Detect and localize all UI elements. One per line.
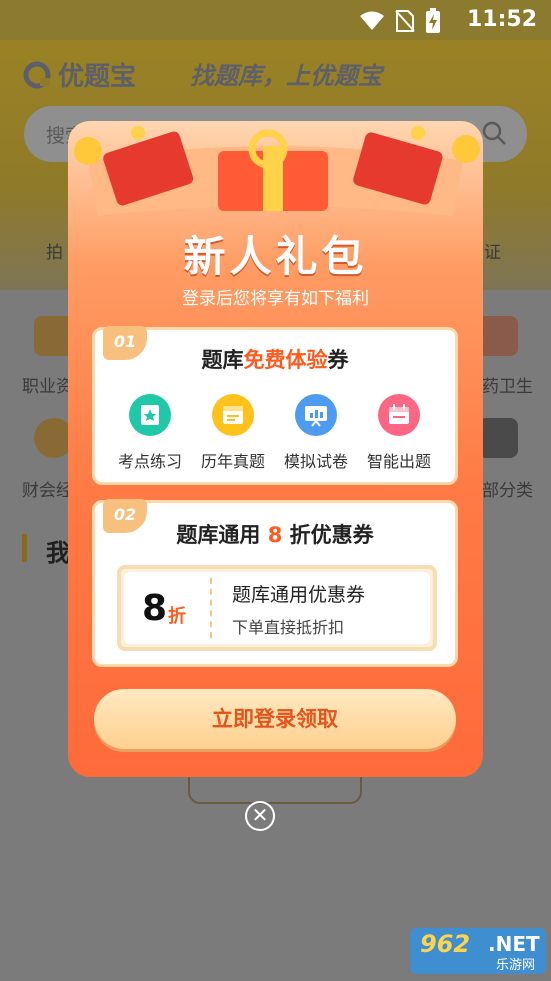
heading-highlight: 8 [267, 523, 283, 547]
feature-item: 考点练习 [107, 394, 193, 472]
heading-highlight: 免费体验 [243, 348, 328, 372]
bg-category-icon [478, 316, 518, 356]
wifi-icon [360, 11, 384, 30]
heading-suffix: 折优惠券 [289, 523, 374, 547]
coupon-value: 8 [142, 588, 168, 629]
coupon-name: 题库通用优惠券 [232, 584, 366, 606]
bg-label-left-1: 拍 [46, 243, 63, 263]
bg-label-left-3: 财会经 [22, 481, 73, 501]
heading-prefix: 题库 [201, 348, 244, 372]
chart-board-icon [295, 394, 337, 436]
bg-category-icon [478, 418, 518, 458]
close-icon[interactable]: ✕ [245, 801, 275, 831]
feature-label: 模拟试卷 [283, 452, 348, 471]
watermark-number: 962 [420, 930, 471, 958]
coupon-ticket: 8 折 题库通用优惠券 下单直接抵折扣 [117, 565, 437, 651]
section-marker [22, 534, 27, 562]
card-heading: 题库免费体验券 [95, 344, 455, 374]
app-name: 优题宝 [58, 62, 137, 92]
new-user-gift-popup: 新人礼包 登录后您将享有如下福利 01 题库免费体验券 考点练习 历年真题 模拟… [68, 121, 483, 777]
calendar-doc-icon [212, 394, 254, 436]
coupon-unit: 折 [168, 606, 186, 627]
clock: 11:52 [466, 7, 537, 32]
coupon-description: 下单直接抵折扣 [232, 618, 345, 637]
bg-label-right-3: 部分类 [482, 481, 533, 501]
bg-section-title: 我 [46, 539, 70, 567]
no-sim-icon [395, 10, 415, 32]
app-slogan: 找题库，上优题宝 [190, 62, 382, 90]
free-trial-coupon-card: 01 题库免费体验券 考点练习 历年真题 模拟试卷 智能出题 [92, 326, 458, 485]
star-doc-icon [129, 394, 171, 436]
heading-prefix: 题库通用 [176, 523, 261, 547]
bg-label-right-2: 药卫生 [482, 377, 533, 397]
feature-item: 模拟试卷 [273, 394, 359, 472]
popup-subtitle: 登录后您将享有如下福利 [182, 289, 369, 309]
calendar-icon [378, 394, 420, 436]
coupon-body: 8 折 题库通用优惠券 下单直接抵折扣 [124, 572, 430, 644]
watermark-net: .NET [488, 932, 540, 956]
feature-item: 智能出题 [356, 394, 442, 472]
battery-charging-icon [426, 8, 440, 33]
search-icon[interactable] [481, 120, 507, 146]
feature-item: 历年真题 [190, 394, 276, 472]
feature-label: 智能出题 [366, 452, 431, 471]
bg-label-right-1: 证 [484, 243, 501, 263]
heading-suffix: 券 [327, 348, 349, 372]
discount-coupon-card: 02 题库通用 8 折优惠券 8 折 题库通用优惠券 下单直接抵折扣 [92, 499, 458, 667]
card-heading: 题库通用 8 折优惠券 [95, 519, 455, 549]
site-watermark: 962 .NET 乐游网 [410, 928, 546, 974]
status-bar: 11:52 [0, 0, 551, 40]
login-claim-button[interactable]: 立即登录领取 [94, 689, 456, 749]
watermark-subtitle: 乐游网 [496, 958, 536, 973]
popup-title: 新人礼包 [183, 232, 368, 281]
app-logo: 优题宝 [22, 56, 136, 93]
feature-label: 历年真题 [200, 452, 265, 471]
feature-label: 考点练习 [117, 452, 182, 471]
screen: 11:52 优题宝 找题库，上优题宝 搜索 拍 证 职业资 药卫生 财会经 部分… [0, 0, 551, 981]
gift-illustration [74, 126, 480, 216]
bg-label-left-2: 职业资 [22, 377, 73, 397]
logo-icon [23, 61, 51, 88]
status-icons [359, 8, 441, 34]
coupon-divider [210, 578, 212, 638]
